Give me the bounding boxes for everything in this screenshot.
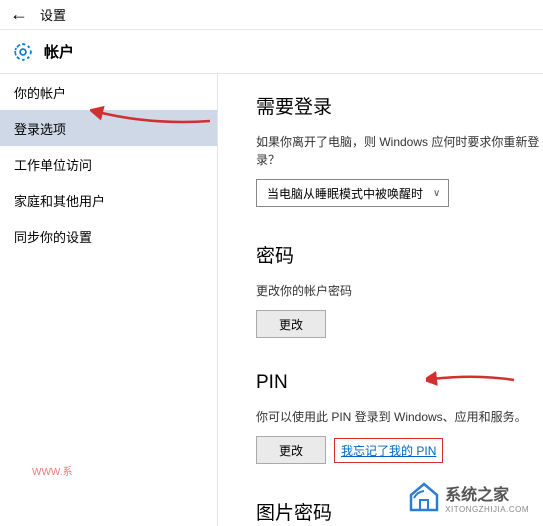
section-password: 密码 更改你的帐户密码 更改 <box>256 241 543 338</box>
section-title: 需要登录 <box>256 92 543 119</box>
chevron-down-icon: ∨ <box>433 188 440 199</box>
sidebar-item-label: 你的帐户 <box>14 83 66 102</box>
change-pin-button[interactable]: 更改 <box>256 436 326 464</box>
dropdown-value: 当电脑从睡眠模式中被唤醒时 <box>267 185 423 202</box>
sidebar-item-label: 工作单位访问 <box>14 155 92 174</box>
sidebar-item-label: 同步你的设置 <box>14 227 92 246</box>
section-title: 密码 <box>256 241 543 268</box>
section-desc: 你可以使用此 PIN 登录到 Windows、应用和服务。 <box>256 408 543 426</box>
forgot-pin-link[interactable]: 我忘记了我的 PIN <box>334 438 443 463</box>
sidebar-item-signin-options[interactable]: 登录选项 <box>0 110 217 146</box>
subheader-title: 帐户 <box>44 41 74 62</box>
sidebar-item-sync-settings[interactable]: 同步你的设置 <box>0 218 217 254</box>
section-desc: 更改你的帐户密码 <box>256 282 543 300</box>
section-title: PIN <box>256 372 543 394</box>
section-login-required: 需要登录 如果你离开了电脑，则 Windows 应何时要求你重新登录？ 当电脑从… <box>256 92 543 207</box>
section-pin: PIN 你可以使用此 PIN 登录到 Windows、应用和服务。 更改 我忘记… <box>256 372 543 464</box>
sidebar: 你的帐户 登录选项 工作单位访问 家庭和其他用户 同步你的设置 <box>0 74 218 526</box>
sidebar-item-family-users[interactable]: 家庭和其他用户 <box>0 182 217 218</box>
sidebar-item-label: 家庭和其他用户 <box>14 191 105 210</box>
section-title: 图片密码 <box>256 498 543 525</box>
sidebar-item-label: 登录选项 <box>14 119 66 138</box>
change-password-button[interactable]: 更改 <box>256 310 326 338</box>
gear-icon <box>12 41 34 63</box>
section-desc: 如果你离开了电脑，则 Windows 应何时要求你重新登录？ <box>256 133 543 169</box>
button-label: 更改 <box>279 316 303 333</box>
back-arrow-icon[interactable]: ← <box>10 4 28 25</box>
section-picture-password: 图片密码 使用喜爱的照片登录到 Windows 添加 <box>256 498 543 526</box>
sidebar-item-work-access[interactable]: 工作单位访问 <box>0 146 217 182</box>
sidebar-item-your-account[interactable]: 你的帐户 <box>0 74 217 110</box>
main-content: 需要登录 如果你离开了电脑，则 Windows 应何时要求你重新登录？ 当电脑从… <box>218 74 543 526</box>
login-required-dropdown[interactable]: 当电脑从睡眠模式中被唤醒时 ∨ <box>256 179 449 207</box>
header-title: 设置 <box>40 5 66 24</box>
link-label: 我忘记了我的 PIN <box>341 444 436 458</box>
button-label: 更改 <box>279 442 303 459</box>
